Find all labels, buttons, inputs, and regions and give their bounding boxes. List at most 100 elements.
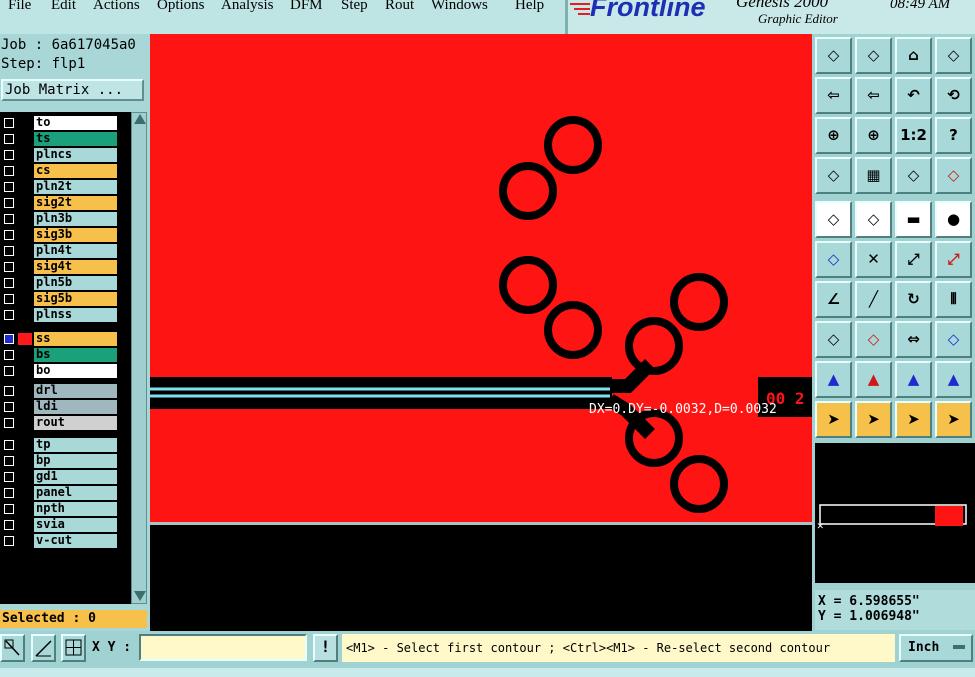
line-tool-button[interactable]: ╱ (855, 281, 892, 318)
layer-label[interactable]: pln3b (34, 212, 117, 226)
snap-tool-button[interactable]: ⟲ (935, 77, 972, 114)
layer-checkbox[interactable] (4, 418, 14, 428)
layer-row-pln3b[interactable]: pln3b (0, 212, 131, 226)
layer-row-panel[interactable]: panel (0, 486, 131, 500)
layer-label[interactable]: rout (34, 416, 117, 430)
overview-map[interactable]: ✕ (815, 443, 975, 583)
layer-label[interactable]: to (34, 116, 117, 130)
layer-scrollbar[interactable] (131, 112, 147, 604)
drc-triangle-tool-button[interactable]: ▲ (815, 361, 852, 398)
layer-row-cs[interactable]: cs (0, 164, 131, 178)
angle-tool-button[interactable]: ∠ (815, 281, 852, 318)
menu-actions[interactable]: Actions (93, 0, 140, 14)
layer-label[interactable]: svia (34, 518, 117, 532)
layer-label[interactable]: bs (34, 348, 117, 362)
layer-checkbox[interactable] (4, 294, 14, 304)
layer-row-bp[interactable]: bp (0, 454, 131, 468)
layer-row-ss[interactable]: ss (0, 332, 131, 346)
layer-checkbox[interactable] (4, 150, 14, 160)
select-layer-tool-button[interactable]: ◇ (815, 37, 852, 74)
layer-row-sig2t[interactable]: sig2t (0, 196, 131, 210)
drc-triangle-cross-tool-button[interactable]: ▲ (935, 361, 972, 398)
layer-label[interactable]: gd1 (34, 470, 117, 484)
home-tool-button[interactable]: ⌂ (895, 37, 932, 74)
pan-left-tool-button[interactable]: ⇦ (815, 77, 852, 114)
rotate-tool-button[interactable]: ↻ (895, 281, 932, 318)
connect-tool-button[interactable]: ◇ (815, 241, 852, 278)
layer-checkbox[interactable] (4, 246, 14, 256)
layer-checkbox[interactable] (4, 440, 14, 450)
grid-tool-button[interactable]: ▦ (855, 157, 892, 194)
layer-label[interactable]: pln4t (34, 244, 117, 258)
layer-checkbox[interactable] (4, 350, 14, 360)
layer-row-rout[interactable]: rout (0, 416, 131, 430)
layer-row-pln4t[interactable]: pln4t (0, 244, 131, 258)
layer-label[interactable]: bp (34, 454, 117, 468)
menu-analysis[interactable]: Analysis (221, 0, 274, 14)
board-view[interactable]: 00 2 (150, 34, 812, 631)
scroll-up-icon[interactable] (134, 114, 146, 124)
job-matrix-button[interactable]: Job Matrix ... (1, 79, 144, 101)
menu-file[interactable]: File (8, 0, 31, 14)
layer-checkbox[interactable] (4, 366, 14, 376)
layer-checkbox[interactable] (4, 386, 14, 396)
layer-label[interactable]: pln2t (34, 180, 117, 194)
graphic-canvas[interactable]: 00 2 DX=0.DY=-0.0032,D=0.0032 (150, 34, 812, 631)
layer-checkbox[interactable] (4, 520, 14, 530)
polygon-tool-button[interactable]: ◇ (855, 201, 892, 238)
pad-tool-button[interactable]: ● (935, 201, 972, 238)
undo-tool-button[interactable]: ↶ (895, 77, 932, 114)
menu-options[interactable]: Options (157, 0, 205, 14)
menu-dfm[interactable]: DFM (290, 0, 323, 14)
ruler-tool-button[interactable]: ▬ (895, 201, 932, 238)
layer-row-pln2t[interactable]: pln2t (0, 180, 131, 194)
pointer-box-tool-button[interactable]: ➤ (855, 401, 892, 438)
menu-edit[interactable]: Edit (51, 0, 76, 14)
layer-label[interactable]: sig2t (34, 196, 117, 210)
layer-checkbox[interactable] (4, 166, 14, 176)
layer-label[interactable]: tp (34, 438, 117, 452)
grid-button[interactable] (61, 634, 86, 662)
measure-pad-red-tool-button[interactable]: ◇ (935, 157, 972, 194)
layer-label[interactable]: sig5b (34, 292, 117, 306)
layer-row-sig3b[interactable]: sig3b (0, 228, 131, 242)
move-point-tool-button[interactable]: ⤢ (895, 241, 932, 278)
layer-label[interactable]: pln5b (34, 276, 117, 290)
ratio-1-2-tool-button[interactable]: 1:2 (895, 117, 932, 154)
layer-row-sig4t[interactable]: sig4t (0, 260, 131, 274)
layer-checkbox[interactable] (4, 504, 14, 514)
resize-tool-button[interactable]: ⇔ (895, 321, 932, 358)
menu-step[interactable]: Step (341, 0, 368, 14)
layer-row-plnss[interactable]: plnss (0, 308, 131, 322)
drc-triangle-red-tool-button[interactable]: ▲ (855, 361, 892, 398)
scroll-down-icon[interactable] (134, 591, 146, 601)
layer-checkbox[interactable] (4, 214, 14, 224)
layer-row-ts[interactable]: ts (0, 132, 131, 146)
layer-checkbox[interactable] (4, 134, 14, 144)
layer-label[interactable]: ss (34, 332, 117, 346)
measure-pad-tool-button[interactable]: ◇ (895, 157, 932, 194)
warning-button[interactable]: ! (313, 634, 338, 662)
layer-label[interactable]: v-cut (34, 534, 117, 548)
view-layer-tool-button[interactable]: ◇ (855, 37, 892, 74)
layer-checkbox[interactable] (4, 310, 14, 320)
help-tool-button[interactable]: ? (935, 117, 972, 154)
layer-label[interactable]: ldi (34, 400, 117, 414)
move-point-red-tool-button[interactable]: ⤢ (935, 241, 972, 278)
layer-label[interactable]: plnss (34, 308, 117, 322)
layer-checkbox[interactable] (4, 230, 14, 240)
zoom-area-button[interactable] (0, 634, 25, 662)
layer-label[interactable]: sig4t (34, 260, 117, 274)
layer-row-pln5b[interactable]: pln5b (0, 276, 131, 290)
zoom-fit-tool-button[interactable]: ⊕ (815, 117, 852, 154)
layer-label[interactable]: ts (34, 132, 117, 146)
layer-checkbox[interactable] (4, 334, 14, 344)
mirror-tool-button[interactable]: ⫴ (935, 281, 972, 318)
layer-row-bo[interactable]: bo (0, 364, 131, 378)
layer-checkbox[interactable] (4, 456, 14, 466)
layer-label[interactable]: sig3b (34, 228, 117, 242)
snap-button[interactable] (31, 634, 56, 662)
layer-label[interactable]: drl (34, 384, 117, 398)
layer-row-npth[interactable]: npth (0, 502, 131, 516)
layer-label[interactable]: cs (34, 164, 117, 178)
